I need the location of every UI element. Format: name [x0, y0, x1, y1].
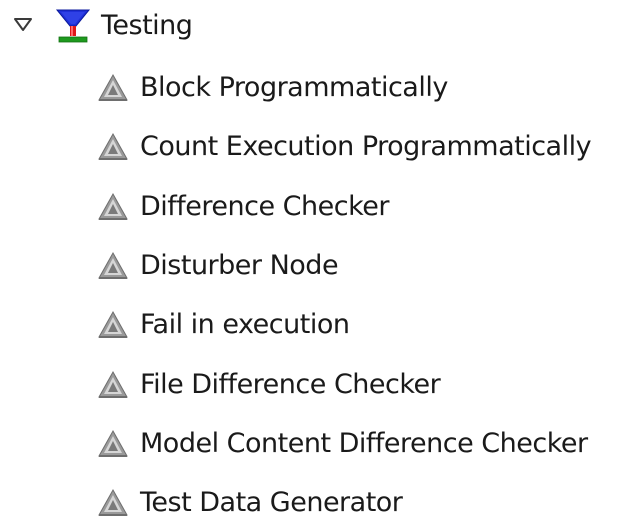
tree-node-label: Test Data Generator: [140, 487, 403, 519]
node-repository-tree: Testing Block Programmatically Count Exec…: [0, 0, 622, 517]
tree-node-label: Difference Checker: [140, 190, 390, 222]
node-triangle-icon: [98, 73, 128, 101]
collapse-triangle-icon[interactable]: [14, 18, 32, 32]
tree-node-item[interactable]: File Difference Checker: [0, 359, 622, 411]
node-triangle-icon: [98, 311, 128, 339]
node-triangle-icon: [98, 251, 128, 279]
tree-node-label: Model Content Difference Checker: [140, 427, 588, 459]
tree-node-label: Block Programmatically: [140, 72, 448, 103]
tree-node-item[interactable]: Disturber Node: [0, 240, 622, 292]
tree-node-label: File Difference Checker: [140, 368, 441, 400]
node-triangle-icon: [98, 429, 128, 457]
tree-node-item[interactable]: Block Programmatically: [0, 62, 622, 114]
tree-node-item[interactable]: Test Data Generator: [0, 477, 622, 529]
tree-node-label: Fail in execution: [140, 309, 350, 341]
node-triangle-icon: [98, 370, 128, 398]
tree-category-testing[interactable]: Testing: [0, 0, 622, 52]
tree-node-item[interactable]: Fail in execution: [0, 299, 622, 351]
tree-node-item[interactable]: Difference Checker: [0, 181, 622, 233]
tree-node-label: Count Execution Programmatically: [140, 131, 592, 163]
tree-node-item[interactable]: Count Execution Programmatically: [0, 121, 622, 173]
node-triangle-icon: [98, 489, 128, 517]
funnel-icon: [55, 9, 91, 43]
category-label: Testing: [101, 10, 193, 41]
node-triangle-icon: [98, 133, 128, 161]
tree-node-item[interactable]: Model Content Difference Checker: [0, 418, 622, 470]
node-triangle-icon: [98, 192, 128, 220]
tree-node-label: Disturber Node: [140, 249, 339, 281]
